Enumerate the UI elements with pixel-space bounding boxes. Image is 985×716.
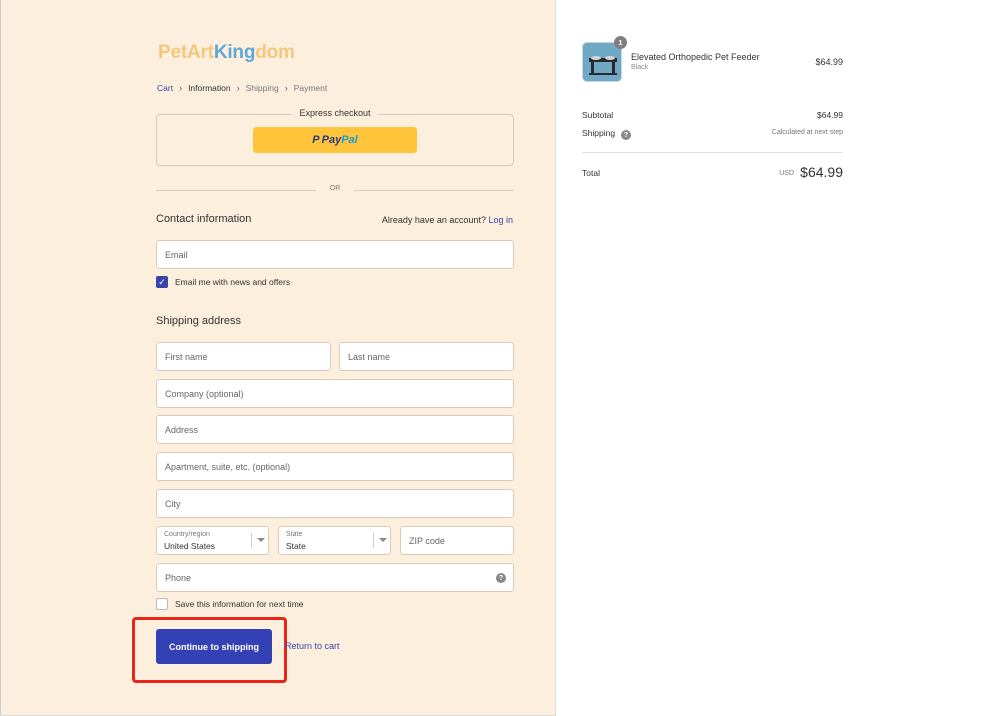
subtotal-label: Subtotal <box>582 110 614 120</box>
divider-line <box>354 190 514 191</box>
breadcrumb-separator-icon: › <box>284 83 288 93</box>
logo-text-king: King <box>213 42 256 63</box>
product-variant: Black <box>631 64 649 71</box>
breadcrumb-cart[interactable]: Cart <box>157 83 173 93</box>
paypal-text-pal: Pal <box>341 134 358 146</box>
newsletter-label: Email me with news and offers <box>175 277 291 287</box>
help-icon[interactable]: ? <box>496 573 506 583</box>
divider-line <box>156 190 316 191</box>
first-name-field[interactable] <box>156 342 331 371</box>
newsletter-checkbox-row[interactable]: ✓ Email me with news and offers <box>156 276 290 288</box>
total-label: Total <box>582 168 600 178</box>
store-logo[interactable]: PetArtKingdom <box>158 42 295 64</box>
breadcrumb-payment: Payment <box>293 83 328 93</box>
last-name-input[interactable] <box>340 343 513 370</box>
newsletter-checkbox[interactable]: ✓ <box>156 276 168 288</box>
paypal-button[interactable]: P Pay Pal <box>253 127 417 153</box>
quantity-badge: 1 <box>614 36 627 49</box>
product-thumbnail <box>582 42 622 82</box>
breadcrumb-separator-icon: › <box>179 83 183 93</box>
logo-text-pet: Pet <box>158 42 187 63</box>
address-field[interactable] <box>156 415 514 444</box>
company-input[interactable] <box>157 380 513 407</box>
save-info-label: Save this information for next time <box>175 599 304 609</box>
breadcrumb-information: Information <box>188 83 231 93</box>
logo-text-art: Art <box>186 42 214 63</box>
breadcrumb: Cart › Information › Shipping › Payment <box>157 83 327 93</box>
checkout-main-panel: PetArtKingdom Cart › Information › Shipp… <box>0 0 555 716</box>
last-name-field[interactable] <box>339 342 514 371</box>
product-name: Elevated Orthopedic Pet Feeder <box>631 52 760 62</box>
first-name-input[interactable] <box>157 343 330 370</box>
paypal-text-pay: Pay <box>321 134 342 146</box>
help-icon[interactable]: ? <box>621 130 631 140</box>
chevron-down-icon <box>257 538 265 542</box>
summary-divider <box>582 152 843 153</box>
phone-field[interactable]: ? <box>156 563 514 592</box>
state-select[interactable]: State State <box>278 526 391 555</box>
state-select-value: State <box>286 541 306 551</box>
save-info-checkbox-row[interactable]: Save this information for next time <box>156 598 304 610</box>
login-link[interactable]: Log in <box>488 215 513 225</box>
paypal-logo-icon: P <box>312 134 320 146</box>
country-select[interactable]: Country/region United States <box>156 526 269 555</box>
return-to-cart-link[interactable]: Return to cart <box>285 641 340 651</box>
zip-input[interactable] <box>401 527 513 554</box>
account-prompt-text: Already have an account? <box>381 215 486 225</box>
shipping-value: Calculated at next step <box>771 129 843 136</box>
breadcrumb-shipping: Shipping <box>245 83 279 93</box>
breadcrumb-separator-icon: › <box>236 83 240 93</box>
city-input[interactable] <box>157 490 513 517</box>
email-field[interactable] <box>156 240 514 269</box>
country-select-value: United States <box>164 541 216 551</box>
continue-to-shipping-button[interactable]: Continue to shipping <box>156 629 272 664</box>
apartment-input[interactable] <box>157 453 513 480</box>
currency-code: USD <box>779 170 794 177</box>
email-input[interactable] <box>157 241 513 268</box>
select-divider <box>373 533 374 548</box>
product-price: $64.99 <box>815 57 843 67</box>
address-input[interactable] <box>157 416 513 443</box>
save-info-checkbox[interactable] <box>156 598 168 610</box>
company-field[interactable] <box>156 379 514 408</box>
city-field[interactable] <box>156 489 514 518</box>
order-summary-panel <box>555 0 985 716</box>
logo-text-dom: dom <box>255 42 295 63</box>
total-value: $64.99 <box>800 164 843 180</box>
zip-field[interactable] <box>400 526 514 555</box>
apartment-field[interactable] <box>156 452 514 481</box>
contact-section-title: Contact information <box>156 213 252 225</box>
or-divider: OR <box>156 185 514 195</box>
subtotal-value: $64.99 <box>817 110 843 120</box>
or-text: OR <box>329 185 341 192</box>
express-checkout-box: Express checkout P Pay Pal <box>156 108 514 166</box>
phone-input[interactable] <box>157 564 513 591</box>
shipping-section-title: Shipping address <box>156 315 242 327</box>
state-select-label: State <box>286 531 303 538</box>
country-select-label: Country/region <box>164 531 210 538</box>
select-divider <box>251 533 252 548</box>
account-prompt: Already have an account? Log in <box>382 215 513 225</box>
express-checkout-title: Express checkout <box>291 108 379 118</box>
chevron-down-icon <box>379 538 387 542</box>
shipping-label: Shipping <box>582 128 616 138</box>
pet-feeder-image <box>583 43 621 81</box>
